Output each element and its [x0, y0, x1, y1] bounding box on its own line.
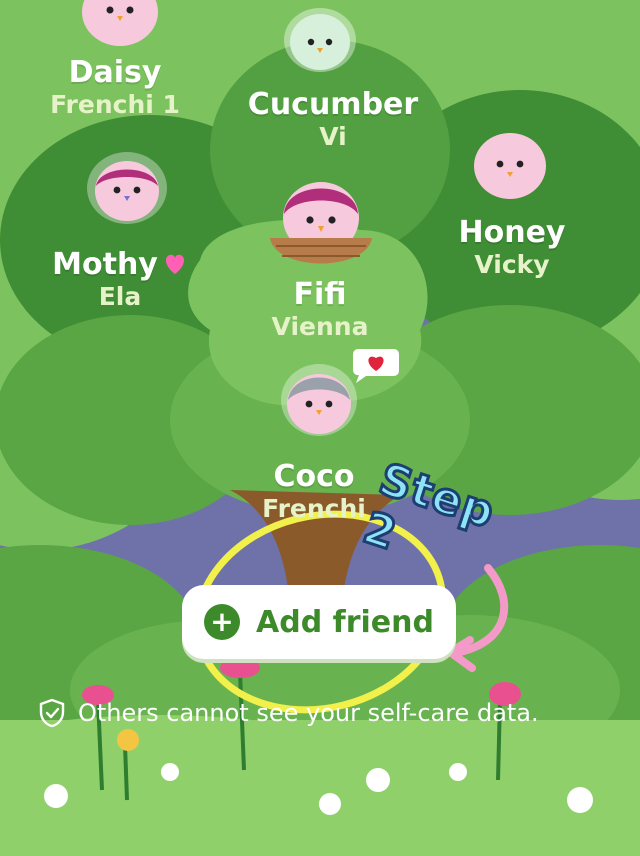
bird-avatar-daisy[interactable]	[80, 0, 160, 48]
friend-owner: Vienna	[271, 312, 369, 341]
add-friend-label: Add friend	[256, 604, 434, 640]
bird-avatar-cucumber[interactable]	[280, 0, 360, 82]
friend-name: Daisy	[68, 55, 162, 90]
friend-name: Honey	[458, 215, 566, 250]
friend-card-honey[interactable]: Honey Vicky	[402, 216, 622, 280]
friend-tree-scene: Daisy Frenchi 1 Cucumber Vi Mothy Ela Ho…	[0, 0, 640, 856]
friend-owner: Vi	[319, 122, 347, 151]
friend-name: Fifi	[293, 277, 347, 312]
bird-avatar-honey[interactable]	[468, 130, 552, 202]
friend-card-mothy[interactable]: Mothy Ela	[10, 248, 230, 312]
bird-avatar-fifi[interactable]	[266, 160, 376, 272]
heart-speech-bubble-icon	[352, 349, 399, 383]
plus-icon: +	[204, 604, 241, 640]
bird-avatar-mothy[interactable]	[84, 146, 170, 228]
shield-check-icon	[39, 698, 65, 728]
friend-owner: Vicky	[474, 250, 550, 279]
heart-icon	[165, 254, 184, 274]
friend-owner: Frenchi 1	[50, 90, 180, 119]
friend-owner: Ela	[98, 282, 142, 311]
privacy-note-text: Others cannot see your self-care data.	[78, 699, 539, 727]
friend-card-daisy[interactable]: Daisy Frenchi 1	[5, 56, 225, 120]
friend-name: Mothy	[52, 247, 158, 282]
friend-card-cucumber[interactable]: Cucumber Vi	[223, 88, 443, 152]
friend-name-row: Mothy	[10, 248, 230, 282]
friend-card-fifi[interactable]: Fifi Vienna	[210, 278, 430, 342]
bird-avatar-coco[interactable]	[278, 360, 360, 440]
friend-name: Cucumber	[247, 87, 419, 122]
privacy-note: Others cannot see your self-care data.	[38, 698, 539, 728]
add-friend-button[interactable]: + Add friend	[182, 585, 456, 659]
